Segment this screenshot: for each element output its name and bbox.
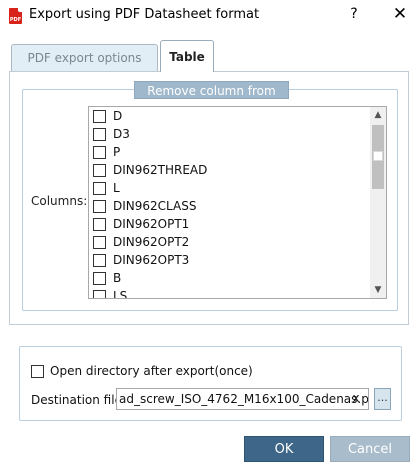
scroll-thumb[interactable]: [372, 125, 384, 189]
column-label: DIN962THREAD: [113, 163, 208, 177]
list-item[interactable]: LS: [93, 287, 128, 299]
list-item[interactable]: L: [93, 179, 120, 197]
list-item[interactable]: D: [93, 107, 122, 125]
list-item[interactable]: P: [93, 143, 120, 161]
ok-button[interactable]: OK: [244, 436, 324, 462]
list-item[interactable]: B: [93, 269, 121, 287]
checkbox[interactable]: [93, 127, 106, 141]
checkbox[interactable]: [93, 163, 106, 177]
columns-label: Columns:: [31, 194, 88, 208]
column-label: DIN962CLASS: [113, 199, 197, 213]
checkbox[interactable]: [93, 109, 106, 123]
tab-pdf-export-options[interactable]: PDF export options: [11, 44, 158, 72]
list-item[interactable]: DIN962CLASS: [93, 197, 196, 215]
cancel-button[interactable]: Cancel: [330, 436, 410, 462]
column-label: LS: [113, 289, 128, 299]
open-directory-checkbox[interactable]: [31, 364, 44, 378]
column-label: L: [113, 181, 120, 195]
columns-list[interactable]: D D3 P DIN962THREAD L DIN962CLASS DIN962…: [88, 106, 387, 299]
list-item[interactable]: DIN962THREAD: [93, 161, 207, 179]
column-label: D: [113, 109, 123, 123]
list-item[interactable]: DIN962OPT2: [93, 233, 189, 251]
close-button[interactable]: ✕: [390, 4, 410, 24]
checkbox[interactable]: [93, 253, 106, 267]
checkbox[interactable]: [93, 271, 106, 285]
column-label: DIN962OPT1: [113, 217, 190, 231]
remove-column-button[interactable]: Remove column from table: [134, 81, 289, 116]
checkbox[interactable]: [93, 199, 106, 213]
open-directory-label: Open directory after export(once): [50, 364, 253, 378]
tab-table[interactable]: Table: [160, 40, 214, 72]
checkbox[interactable]: [93, 145, 106, 159]
open-directory-option[interactable]: Open directory after export(once): [31, 364, 253, 378]
checkbox[interactable]: [93, 289, 106, 298]
pdf-icon-text: PDF: [9, 17, 22, 23]
list-item[interactable]: DIN962OPT1: [93, 215, 189, 233]
destination-file-label: Destination file:: [31, 393, 126, 407]
column-label: B: [113, 271, 122, 285]
scroll-down-icon[interactable]: ▼: [370, 282, 386, 298]
clear-destination-icon[interactable]: x: [349, 391, 363, 407]
checkbox[interactable]: [93, 181, 106, 195]
column-label: DIN962OPT3: [113, 253, 190, 267]
destination-file-input[interactable]: ad_screw_ISO_4762_M16x100_Cadenas.pdf: [116, 388, 369, 410]
pdf-file-icon: PDF: [9, 8, 22, 24]
browse-button[interactable]: ...: [374, 388, 391, 410]
column-label: P: [113, 145, 121, 159]
title-bar: PDF Export using PDF Datasheet format ? …: [0, 0, 419, 32]
destination-file-value: ad_screw_ISO_4762_M16x100_Cadenas.pdf: [119, 392, 369, 406]
scroll-grip-icon: [373, 151, 383, 161]
list-item[interactable]: DIN962OPT3: [93, 251, 189, 269]
list-item[interactable]: D3: [93, 125, 130, 143]
window-title: Export using PDF Datasheet format: [29, 7, 260, 22]
column-label: D3: [113, 127, 130, 141]
checkbox[interactable]: [93, 217, 106, 231]
scroll-up-icon[interactable]: ▲: [370, 107, 386, 123]
help-button[interactable]: ?: [347, 6, 361, 24]
checkbox[interactable]: [93, 235, 106, 249]
column-label: DIN962OPT2: [113, 235, 190, 249]
list-scrollbar[interactable]: ▲ ▼: [370, 107, 386, 298]
